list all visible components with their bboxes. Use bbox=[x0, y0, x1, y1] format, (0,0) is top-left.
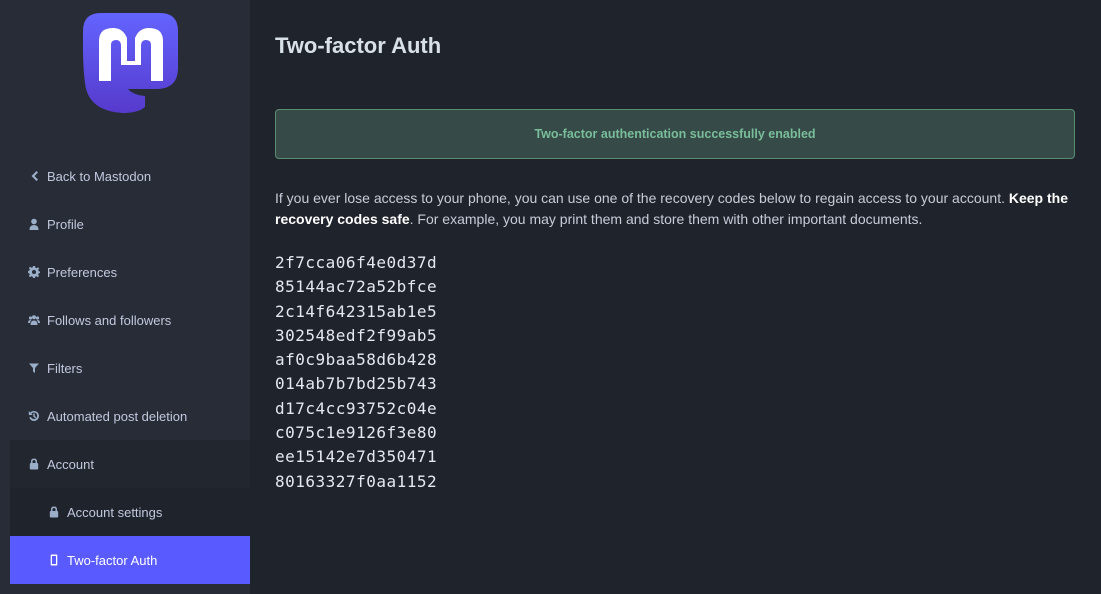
recovery-code: 2f7cca06f4e0d37d bbox=[275, 253, 438, 272]
sidebar-item-account-settings[interactable]: Account settings bbox=[10, 488, 250, 536]
sidebar-item-label: Account bbox=[47, 456, 94, 472]
recovery-code: 302548edf2f99ab5 bbox=[275, 325, 438, 345]
recovery-codes-list: 2f7cca06f4e0d37d 85144ac72a52bfce 2c14f6… bbox=[275, 251, 437, 494]
sidebar-item-post-deletion[interactable]: Automated post deletion bbox=[10, 392, 250, 440]
user-icon bbox=[28, 218, 40, 230]
recovery-codes-hint: If you ever lose access to your phone, y… bbox=[275, 188, 1075, 230]
recovery-code: 014ab7b7bd25b743 bbox=[275, 374, 438, 394]
sidebar-item-label: Filters bbox=[47, 360, 83, 376]
mobile-icon bbox=[48, 554, 60, 566]
hint-text: If you ever lose access to your phone, y… bbox=[275, 190, 1009, 206]
lock-icon bbox=[48, 506, 60, 518]
mastodon-logo[interactable] bbox=[83, 13, 178, 113]
recovery-code: ee15142e7d350471 bbox=[275, 447, 438, 467]
hint-after: . For example, you may print them and st… bbox=[409, 211, 923, 227]
recovery-code: c075c1e9126f3e80 bbox=[275, 423, 438, 443]
recovery-code: af0c9baa58d6b428 bbox=[275, 350, 438, 370]
sidebar-item-label: Account settings bbox=[67, 504, 163, 520]
sidebar-item-label: Preferences bbox=[47, 264, 118, 280]
sidebar-item-label: Profile bbox=[47, 216, 84, 232]
recovery-code: d17c4cc93752c04e bbox=[275, 398, 438, 418]
sidebar-item-label: Back to Mastodon bbox=[47, 168, 152, 184]
sidebar-item-label: Two-factor Auth bbox=[67, 552, 158, 568]
sidebar: Back to Mastodon Profile Preferences Fol… bbox=[0, 0, 250, 594]
sidebar-item-label: Follows and followers bbox=[47, 312, 172, 328]
lock-icon bbox=[28, 458, 40, 470]
sidebar-item-two-factor-auth[interactable]: Two-factor Auth bbox=[10, 536, 250, 584]
recovery-code: 80163327f0aa1152 bbox=[275, 471, 438, 491]
sidebar-item-account[interactable]: Account bbox=[10, 440, 250, 488]
chevron-left-icon bbox=[28, 170, 40, 182]
users-icon bbox=[28, 314, 40, 326]
sidebar-item-profile[interactable]: Profile bbox=[10, 200, 250, 248]
recovery-code: 2c14f642315ab1e5 bbox=[275, 301, 438, 321]
success-flash-message: Two-factor authentication successfully e… bbox=[275, 109, 1075, 159]
account-group: Account Account settings Two-factor Auth bbox=[10, 440, 250, 584]
sidebar-item-preferences[interactable]: Preferences bbox=[10, 248, 250, 296]
sidebar-item-label: Automated post deletion bbox=[47, 408, 188, 424]
page-title: Two-factor Auth bbox=[275, 33, 442, 58]
recovery-code: 85144ac72a52bfce bbox=[275, 277, 438, 297]
filter-icon bbox=[28, 362, 40, 374]
sidebar-item-filters[interactable]: Filters bbox=[10, 344, 250, 392]
sidebar-item-back[interactable]: Back to Mastodon bbox=[10, 152, 250, 200]
gear-icon bbox=[28, 266, 40, 278]
history-icon bbox=[28, 410, 40, 422]
sidebar-item-follows[interactable]: Follows and followers bbox=[10, 296, 250, 344]
settings-nav: Back to Mastodon Profile Preferences Fol… bbox=[10, 152, 250, 584]
